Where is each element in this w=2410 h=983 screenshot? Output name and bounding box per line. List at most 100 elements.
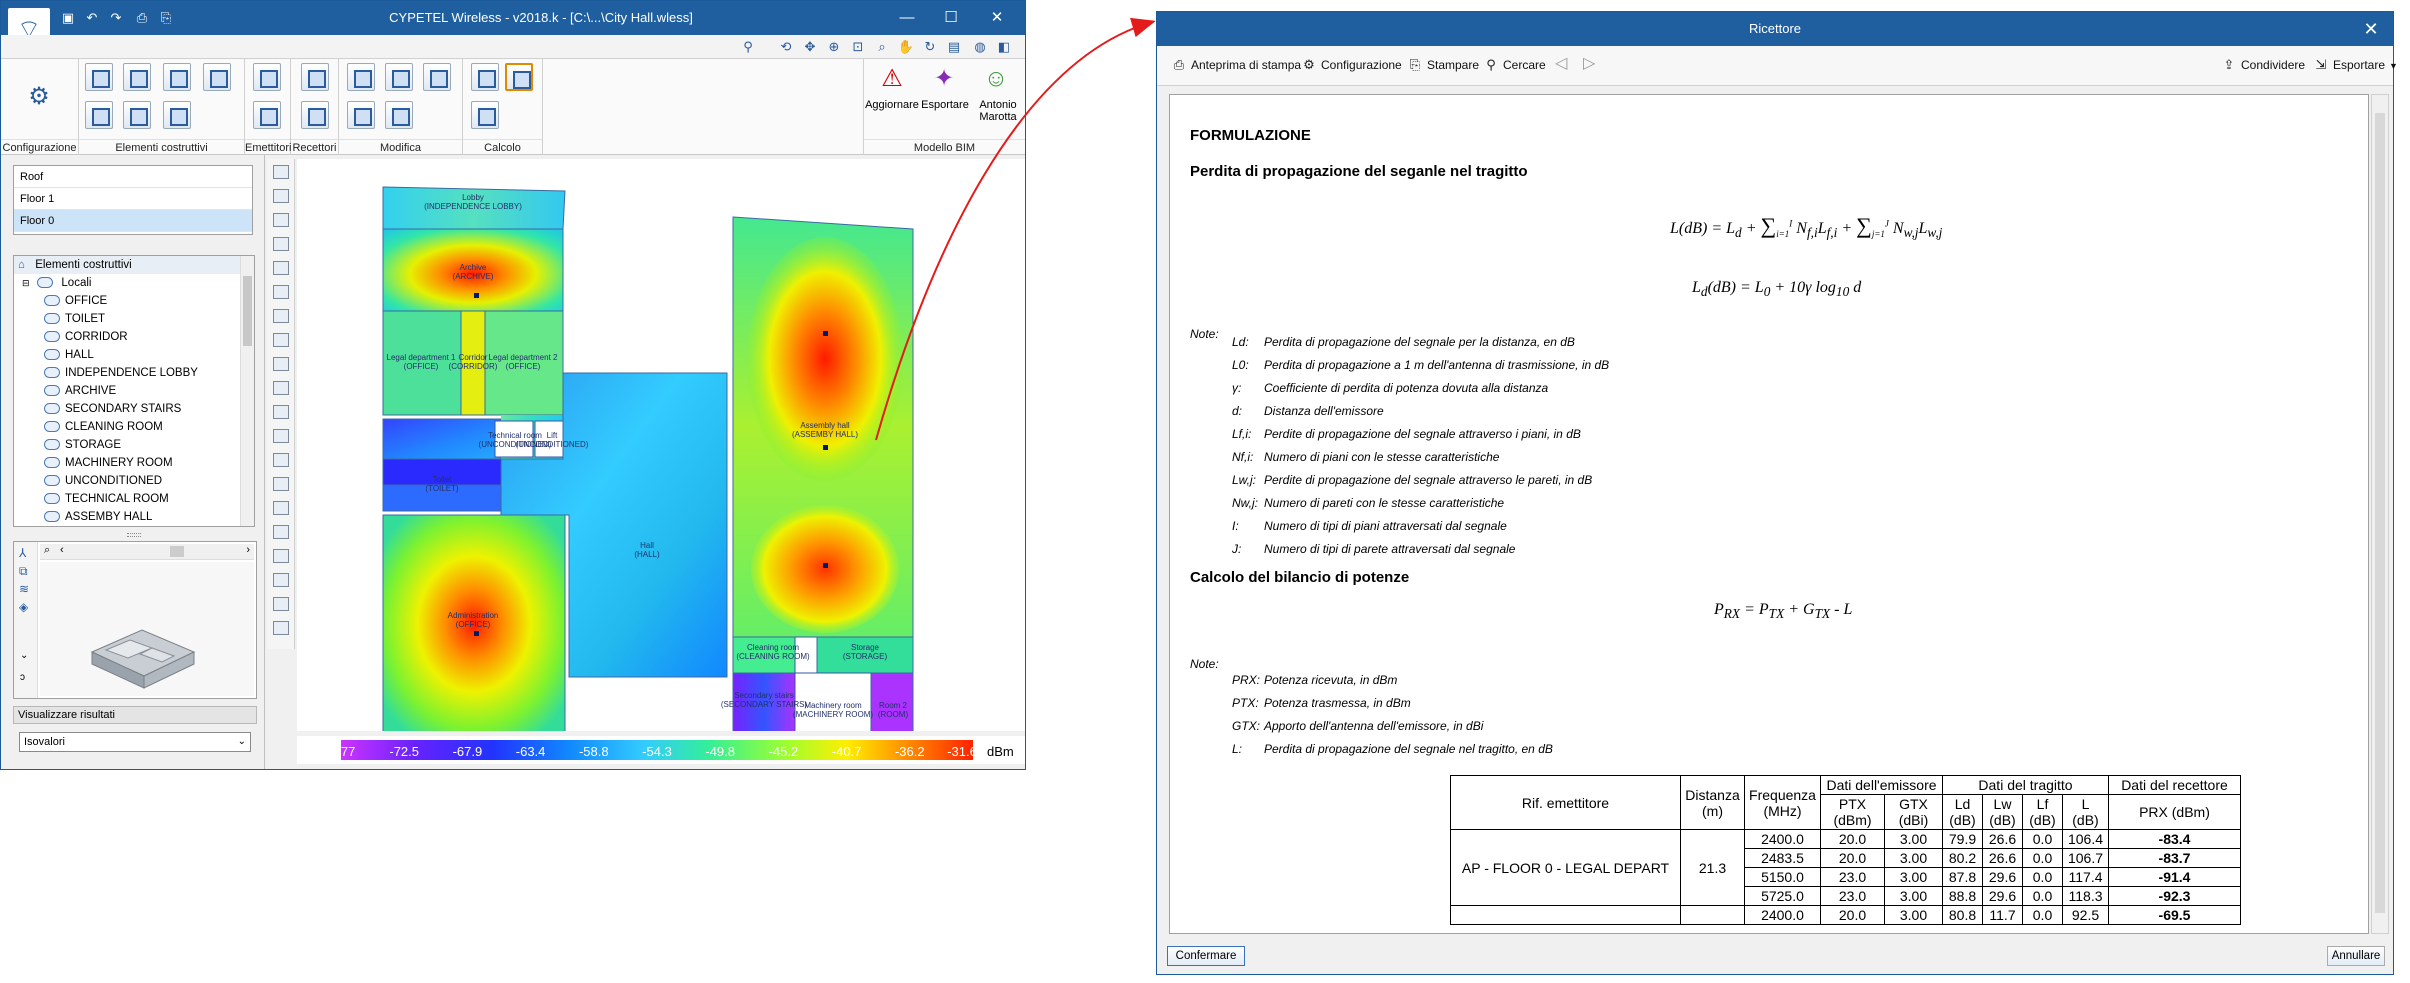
collapse-icon[interactable]: ⊟ — [22, 274, 34, 292]
cancel-button[interactable]: Annullare — [2327, 946, 2385, 966]
copy-icon[interactable] — [347, 101, 375, 129]
configuration-button[interactable]: ⚙ Configurazione — [1301, 57, 1402, 73]
magnet-icon[interactable] — [273, 189, 289, 203]
refresh-icon[interactable]: ↻ — [921, 38, 939, 56]
results-dropdown[interactable]: Isovalori ⌄ — [19, 732, 251, 752]
grid-icon[interactable] — [273, 237, 289, 251]
report-icon[interactable] — [471, 101, 499, 129]
hand-icon[interactable]: ✋ — [897, 38, 915, 56]
close-icon[interactable]: ✕ — [2359, 17, 2383, 41]
view-3d-icon[interactable]: ⧉ — [19, 564, 28, 579]
roof-tool-icon[interactable] — [123, 63, 151, 91]
tree-scrollbar[interactable] — [240, 256, 254, 526]
export-button[interactable]: ⇲ Esportare ▼ — [2313, 57, 2398, 73]
pan-icon[interactable]: ✥ — [801, 38, 819, 56]
cube-icon[interactable]: ◈ — [19, 600, 28, 614]
keyboard-icon[interactable] — [273, 285, 289, 299]
calculate-icon[interactable] — [471, 63, 499, 91]
report-scroll-thumb[interactable] — [2375, 113, 2385, 913]
tree-root[interactable]: ⌂ Elementi costruttivi — [14, 256, 254, 274]
receiver-add-icon[interactable] — [301, 63, 329, 91]
layers-toggle-icon[interactable]: ≋ — [19, 582, 29, 596]
update-button-label[interactable]: Aggiornare — [864, 99, 920, 111]
chevron-down-icon[interactable]: ⌄ — [238, 733, 246, 751]
wall-tool-icon[interactable] — [163, 63, 191, 91]
tree-item[interactable]: STORAGE — [14, 436, 254, 454]
rotate-icon[interactable] — [385, 101, 413, 129]
tree-item[interactable]: UNCONDITIONED — [14, 472, 254, 490]
dimension-icon[interactable] — [273, 309, 289, 323]
tree-scroll-thumb[interactable] — [243, 276, 252, 346]
export-button-label[interactable]: Esportare — [918, 99, 972, 111]
print-button[interactable]: ⎘ Stampare — [1407, 57, 1479, 73]
trim-icon[interactable] — [273, 573, 289, 587]
tree-item[interactable]: MACHINERY ROOM — [14, 454, 254, 472]
layer-icon[interactable] — [273, 381, 289, 395]
pointer-icon[interactable] — [273, 405, 289, 419]
close-button[interactable]: ✕ — [975, 1, 1019, 35]
floor-plan-canvas[interactable]: Lobby (INDEPENDENCE LOBBY) Archive (ARCHI… — [297, 159, 1025, 734]
rotate-view-icon[interactable] — [273, 357, 289, 371]
preview-scroll-thumb[interactable] — [170, 546, 184, 557]
receiver-signal-icon[interactable] — [301, 101, 329, 129]
preview-viewport[interactable] — [40, 562, 254, 696]
floor-item-floor-0[interactable]: Floor 0 — [14, 210, 252, 232]
mirror-icon[interactable] — [273, 429, 289, 443]
print-icon[interactable]: ⎙ — [133, 9, 151, 27]
globe-icon[interactable]: ◍ — [971, 38, 989, 56]
lock-icon[interactable] — [273, 597, 289, 611]
axes-icon[interactable]: ⅄ — [19, 546, 26, 560]
zoom-preview-icon[interactable]: ⌕ — [44, 544, 50, 557]
trash-icon[interactable] — [273, 621, 289, 635]
tree-item[interactable]: HALL — [14, 346, 254, 364]
floor-item-roof[interactable]: Roof — [14, 166, 252, 188]
undo-icon[interactable]: ↶ — [83, 9, 101, 27]
warning-calc-icon[interactable] — [505, 63, 533, 91]
tree-item[interactable]: TECHNICAL ROOM — [14, 490, 254, 508]
tree-item[interactable]: ASSEMBY HALL — [14, 508, 254, 526]
zoom-window-icon[interactable]: ⊕ — [825, 38, 843, 56]
arrow-right-icon[interactable] — [273, 453, 289, 467]
books-icon[interactable]: ◧ — [995, 38, 1013, 56]
save-icon[interactable]: ▣ — [59, 9, 77, 27]
tree-item[interactable]: ARCHIVE — [14, 382, 254, 400]
emitter-hand-icon[interactable] — [253, 101, 281, 129]
splitter-grip[interactable] — [127, 533, 141, 537]
tree-item[interactable]: INDEPENDENCE LOBBY — [14, 364, 254, 382]
user-avatar-icon[interactable]: ☺ — [978, 61, 1014, 97]
floor-item-floor-1[interactable]: Floor 1 — [14, 188, 252, 210]
tree-item[interactable]: CORRIDOR — [14, 328, 254, 346]
maximize-button[interactable]: ☐ — [929, 1, 973, 35]
snap-icon[interactable] — [273, 261, 289, 275]
window-tool-icon[interactable] — [163, 101, 191, 129]
edit-icon[interactable] — [347, 63, 375, 91]
search-button[interactable]: ⚲ Cercare — [1483, 57, 1545, 73]
pencil-icon[interactable] — [273, 549, 289, 563]
tree-item[interactable]: SECONDARY STAIRS — [14, 400, 254, 418]
tree-item[interactable]: OFFICE — [14, 292, 254, 310]
zoom-extents-icon[interactable]: ⊡ — [849, 38, 867, 56]
chevron-left-icon[interactable]: ‹ — [60, 544, 64, 556]
minimize-button[interactable]: — — [885, 1, 929, 35]
compass-icon[interactable]: ↄ — [20, 672, 25, 683]
move-icon[interactable] — [385, 63, 413, 91]
column-tool-icon[interactable] — [85, 101, 113, 129]
print-preview-button[interactable]: ⎙ Anteprima di stampa — [1171, 57, 1301, 73]
align-icon[interactable] — [273, 501, 289, 515]
tools-icon[interactable] — [273, 165, 289, 179]
export-bim-icon[interactable]: ✦ — [926, 61, 962, 97]
previous-icon[interactable]: ◁ — [1555, 53, 1567, 73]
tree-group-locali[interactable]: ⊟ Locali — [14, 274, 254, 292]
3d-preview[interactable]: ⅄ ⧉ ≋ ◈ ⌄ ↄ ⌕ ‹ › — [13, 541, 257, 699]
slab-tool-icon[interactable] — [85, 63, 113, 91]
zoom-icon[interactable]: ⌕ — [873, 38, 891, 56]
tree-item[interactable]: CLEANING ROOM — [14, 418, 254, 436]
gear-icon[interactable]: ⚙ — [21, 79, 57, 115]
redo-icon[interactable]: ↷ — [107, 9, 125, 27]
arrow-vertical-icon[interactable] — [273, 525, 289, 539]
share-button[interactable]: ⇪ Condividere — [2221, 57, 2306, 73]
angle-icon[interactable] — [273, 333, 289, 347]
chevron-right-icon[interactable]: › — [246, 544, 250, 556]
confirm-button[interactable]: Confermare — [1167, 946, 1245, 966]
3d-view-icon[interactable] — [423, 63, 451, 91]
